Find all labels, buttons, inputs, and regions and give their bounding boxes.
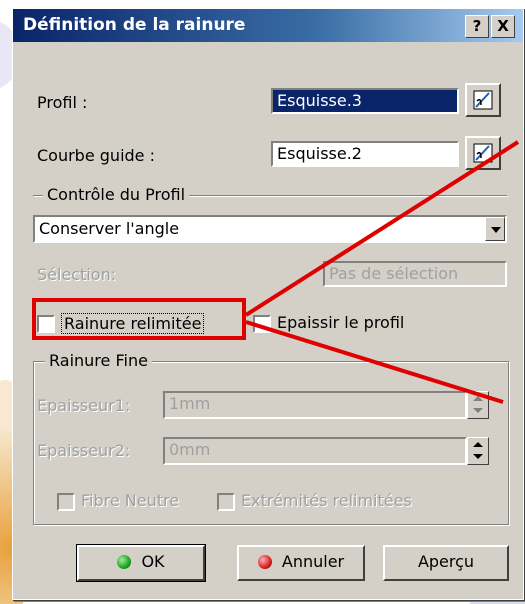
neutral-fiber-label: Fibre Neutre	[81, 491, 180, 510]
close-button[interactable]: X	[491, 15, 515, 38]
highlight-box	[32, 298, 246, 340]
sketch-icon	[473, 90, 493, 110]
thickness2-spinner[interactable]	[467, 437, 489, 465]
profile-control-title: Contrôle du Profil	[43, 185, 190, 204]
selection-label: Sélection:	[37, 265, 117, 284]
thickness1-label: Epaisseur1:	[37, 396, 131, 415]
profile-label: Profil :	[37, 93, 88, 112]
thin-groove-title: Rainure Fine	[45, 351, 152, 370]
sketch-icon	[473, 143, 493, 163]
cancel-label: Annuler	[281, 552, 345, 571]
thickness2-label: Epaisseur2:	[37, 441, 131, 460]
profile-control-value: Conserver l'angle	[39, 219, 180, 238]
profile-sketch-button[interactable]	[465, 83, 501, 117]
guide-curve-label: Courbe guide :	[37, 146, 155, 165]
guide-curve-field[interactable]: Esquisse.2	[271, 141, 459, 167]
thickness2-field[interactable]: 0mm	[163, 437, 467, 465]
ok-button[interactable]: OK	[76, 544, 206, 582]
preview-button[interactable]: Aperçu	[383, 545, 509, 581]
profile-control-combo[interactable]: Conserver l'angle	[33, 215, 507, 243]
profile-field[interactable]: Esquisse.3	[271, 88, 459, 114]
limited-ends-label: Extrémités relimitées	[241, 491, 412, 510]
thicken-profile-label[interactable]: Epaissir le profil	[277, 313, 404, 332]
thickness1-spinner[interactable]	[467, 391, 489, 419]
guide-sketch-button[interactable]	[465, 136, 501, 170]
chevron-down-icon[interactable]	[485, 217, 505, 241]
limited-ends-checkbox[interactable]	[217, 493, 235, 511]
dialog-title: Définition de la rainure	[23, 15, 246, 35]
help-button[interactable]: ?	[465, 15, 489, 38]
title-bar[interactable]: Définition de la rainure ? X	[13, 9, 523, 42]
neutral-fiber-checkbox[interactable]	[57, 493, 75, 511]
thicken-profile-checkbox[interactable]	[253, 315, 271, 333]
cancel-icon	[257, 555, 272, 569]
selection-field[interactable]: Pas de sélection	[323, 261, 507, 287]
cancel-button[interactable]: Annuler	[237, 545, 365, 581]
ok-label: OK	[141, 552, 165, 571]
ok-icon	[117, 555, 132, 569]
thickness1-field[interactable]: 1mm	[163, 391, 467, 419]
